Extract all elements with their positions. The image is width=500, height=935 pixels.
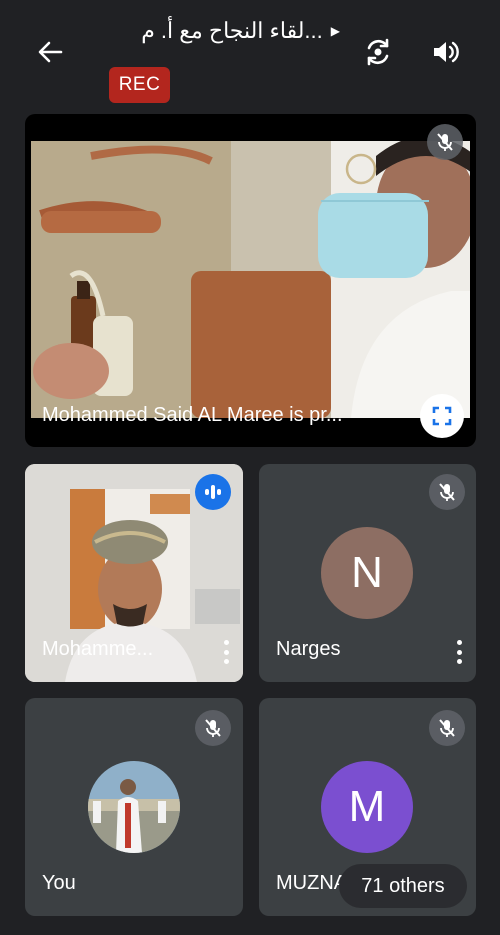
mic-off-icon [437,133,453,151]
participant-tile[interactable]: N Narges [259,464,476,682]
recording-badge: REC [109,67,170,103]
caret-right-icon: ▶ [330,24,340,38]
speaking-indicator [195,474,231,510]
avatar: N [321,527,413,619]
avatar-photo [88,761,180,853]
participant-tile[interactable]: Mohamme... [25,464,243,682]
avatar [88,761,180,853]
top-bar: لقاء النجاح مع أ. م... ▶ REC [0,0,500,110]
self-tile[interactable]: You [25,698,243,916]
audio-output-button[interactable] [425,32,465,72]
participant-name: MUZNA [276,872,348,894]
participant-name: Narges [276,638,341,660]
presentation-video [31,141,470,418]
mic-off-icon [205,719,221,737]
self-name: You [42,872,76,894]
fullscreen-icon [432,406,452,426]
mic-off-icon [439,483,455,501]
presentation-tile[interactable]: Mohammed Said AL Maree is pr... [25,114,476,447]
volume-icon [434,41,459,63]
mic-off-icon [439,719,455,737]
back-button[interactable] [30,34,70,70]
presentation-image [31,141,470,418]
presentation-mic-status [427,124,463,160]
meeting-title-text: لقاء النجاح مع أ. م... [141,18,323,43]
more-options-button[interactable] [454,640,464,664]
self-mic-status [195,710,231,746]
presentation-label: Mohammed Said AL Maree is pr... [42,404,343,426]
switch-camera-button[interactable] [358,32,398,72]
participant-name: Mohamme... [42,638,154,660]
participant-mic-status [429,474,465,510]
switch-camera-icon [367,38,389,66]
audio-wave-icon [205,485,221,499]
meeting-title[interactable]: لقاء النجاح مع أ. م... ▶ [100,18,340,44]
avatar: M [321,761,413,853]
fullscreen-button[interactable] [420,394,464,438]
others-count-button[interactable]: 71 others [339,864,467,908]
more-options-button[interactable] [221,640,231,664]
back-arrow-icon [38,41,63,63]
participant-mic-status [429,710,465,746]
